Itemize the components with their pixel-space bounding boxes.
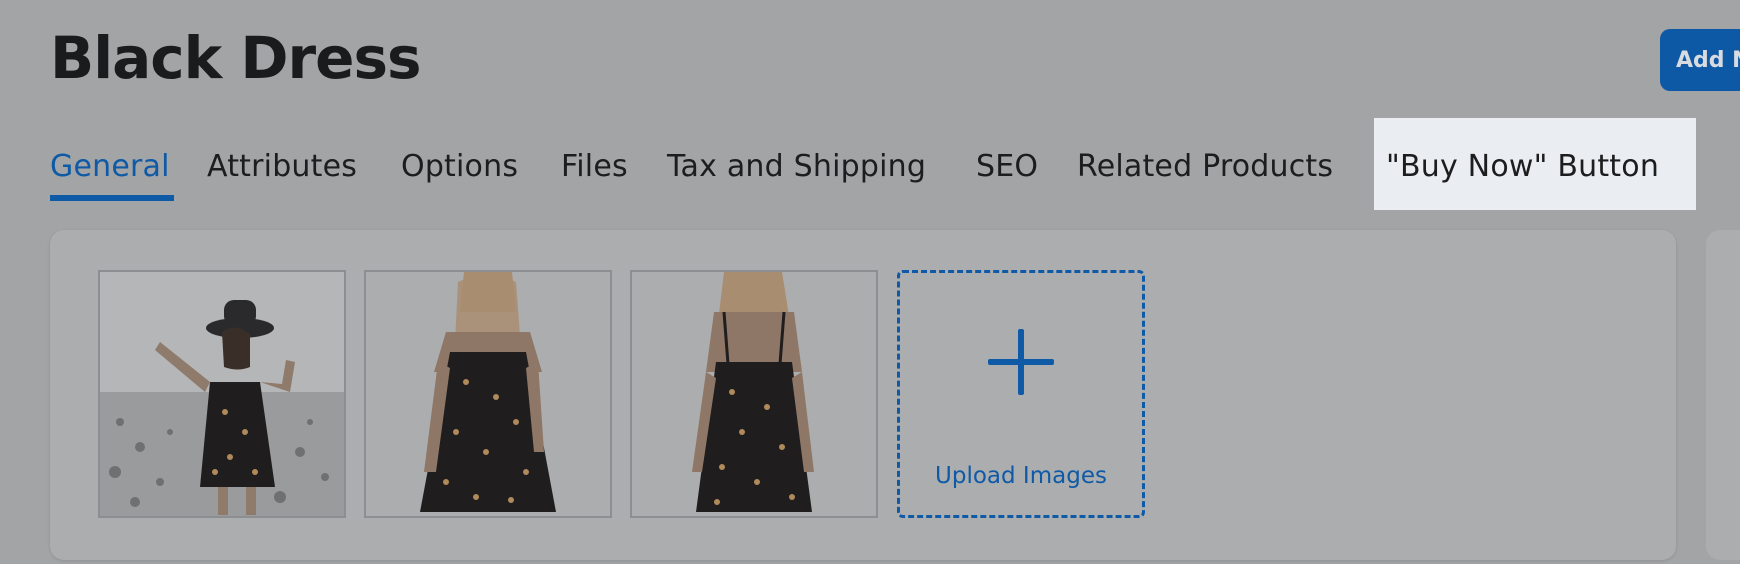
add-new-button[interactable]: Add N <box>1660 29 1740 91</box>
tab-tax-and-shipping[interactable]: Tax and Shipping <box>667 118 926 210</box>
tab-related-products[interactable]: Related Products <box>1077 118 1333 210</box>
active-tab-indicator <box>50 195 174 201</box>
page-title: Black Dress <box>50 24 422 92</box>
tab-buy-now-button[interactable]: "Buy Now" Button <box>1374 118 1696 210</box>
plus-icon <box>988 329 1054 395</box>
product-photo-front-icon <box>366 272 610 516</box>
tab-files[interactable]: Files <box>561 118 628 210</box>
product-photo-back-icon <box>632 272 876 516</box>
upload-images-button[interactable]: Upload Images <box>897 270 1145 518</box>
tab-attributes[interactable]: Attributes <box>207 118 357 210</box>
tab-options[interactable]: Options <box>401 118 518 210</box>
tab-bar: General Attributes Options Files Tax and… <box>0 118 1740 210</box>
product-photo-beach-icon <box>100 272 344 516</box>
upload-images-label: Upload Images <box>935 463 1107 489</box>
side-card <box>1706 230 1740 560</box>
product-image-1[interactable] <box>98 270 346 518</box>
tab-seo[interactable]: SEO <box>976 118 1038 210</box>
product-image-2[interactable] <box>364 270 612 518</box>
product-editor-page: Black Dress Add N General Attributes Opt… <box>0 0 1740 564</box>
product-image-3[interactable] <box>630 270 878 518</box>
